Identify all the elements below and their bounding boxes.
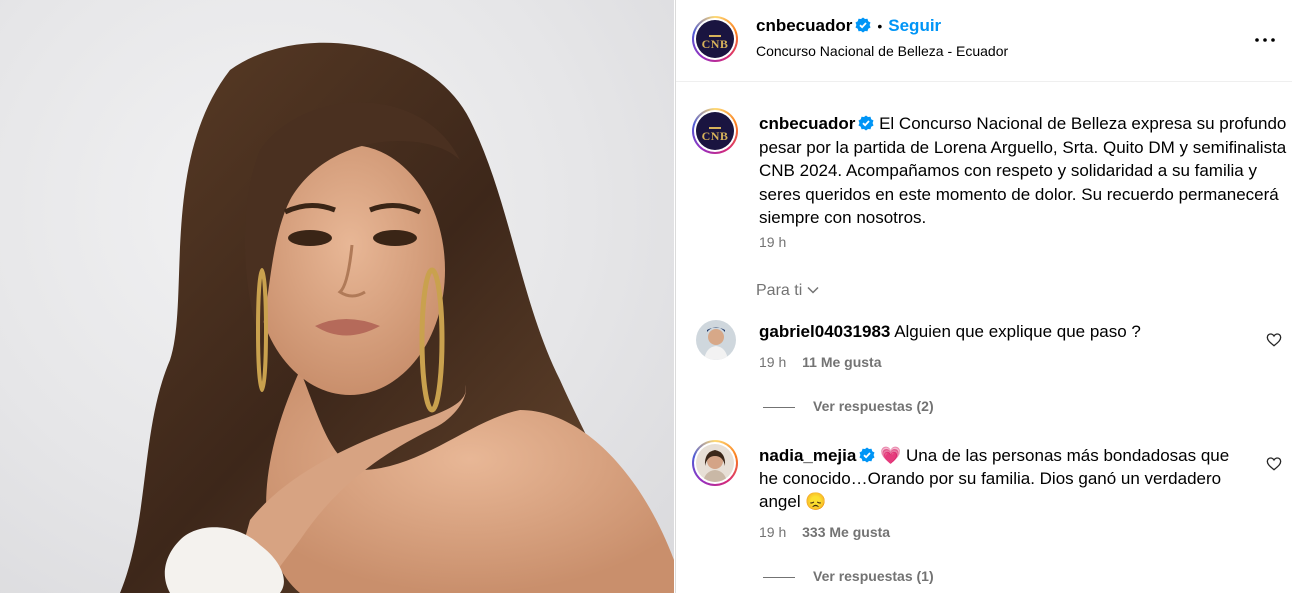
avatar-photo bbox=[696, 444, 734, 482]
follow-button[interactable]: Seguir bbox=[888, 16, 941, 35]
view-replies-button[interactable]: Ver respuestas (1) bbox=[763, 568, 934, 584]
commenter-username[interactable]: nadia_mejia bbox=[759, 446, 856, 465]
verified-badge-icon bbox=[859, 447, 875, 463]
header-username[interactable]: cnbecuador bbox=[756, 16, 852, 35]
cnb-logo: CNB bbox=[696, 112, 734, 150]
commenter-username[interactable]: gabriel04031983 bbox=[759, 322, 890, 341]
cnb-logo: CNB bbox=[696, 20, 734, 58]
verified-badge-icon bbox=[855, 17, 871, 33]
comment-text: nadia_mejia 💗 Una de las personas más bo… bbox=[759, 444, 1269, 513]
comment-body: Alguien que explique que paso ? bbox=[894, 322, 1141, 341]
heart-emoji: 💗 bbox=[880, 446, 902, 465]
sort-label: Para ti bbox=[756, 282, 803, 299]
profile-avatar[interactable]: CNB bbox=[692, 16, 738, 62]
comment-time[interactable]: 19 h bbox=[759, 524, 786, 540]
avatar-photo bbox=[696, 320, 736, 360]
location-link[interactable]: Concurso Nacional de Belleza - Ecuador bbox=[756, 43, 1008, 59]
separator-dot: • bbox=[877, 18, 883, 34]
comment-text: gabriel04031983 Alguien que explique que… bbox=[759, 320, 1259, 343]
verified-badge-icon bbox=[858, 115, 874, 131]
comment-body-line1: Una de las personas más bondadosas que bbox=[905, 446, 1230, 465]
comment-meta: 19 h 11 Me gusta bbox=[759, 354, 882, 370]
post-header: CNB cnbecuador • Seguir Concurso Nacional … bbox=[676, 0, 1292, 82]
crown-icon bbox=[709, 29, 721, 37]
view-replies-button[interactable]: Ver respuestas (2) bbox=[763, 398, 934, 414]
commenter-avatar[interactable] bbox=[696, 320, 736, 360]
crown-icon bbox=[709, 121, 721, 129]
replies-divider bbox=[763, 576, 795, 578]
like-heart-icon[interactable] bbox=[1266, 456, 1282, 472]
comment-body-line2: he conocido…Orando por su familia. Dios … bbox=[759, 469, 1222, 488]
post-image[interactable] bbox=[0, 0, 674, 593]
comment-sort-dropdown[interactable]: Para ti bbox=[756, 282, 820, 300]
post-side-panel: CNB cnbecuador • Seguir Concurso Nacional … bbox=[675, 0, 1292, 593]
portrait-illustration bbox=[120, 42, 674, 593]
comment-likes[interactable]: 11 Me gusta bbox=[802, 354, 881, 370]
sad-face-emoji: 😞 bbox=[805, 492, 827, 511]
more-options-icon[interactable] bbox=[1253, 28, 1277, 52]
replies-divider bbox=[763, 406, 795, 408]
caption-timestamp[interactable]: 19 h bbox=[759, 234, 786, 250]
comment-likes[interactable]: 333 Me gusta bbox=[802, 524, 890, 540]
view-replies-label: Ver respuestas (2) bbox=[813, 398, 934, 414]
comment-meta: 19 h 333 Me gusta bbox=[759, 524, 890, 540]
caption-username[interactable]: cnbecuador bbox=[759, 114, 855, 133]
caption-avatar[interactable]: CNB bbox=[692, 108, 738, 154]
chevron-down-icon bbox=[807, 286, 819, 294]
like-heart-icon[interactable] bbox=[1266, 332, 1282, 348]
comment-time[interactable]: 19 h bbox=[759, 354, 786, 370]
caption-text: cnbecuador El Concurso Nacional de Belle… bbox=[759, 112, 1291, 230]
view-replies-label: Ver respuestas (1) bbox=[813, 568, 934, 584]
comment-body-line3: angel bbox=[759, 492, 801, 511]
commenter-avatar[interactable] bbox=[692, 440, 738, 486]
